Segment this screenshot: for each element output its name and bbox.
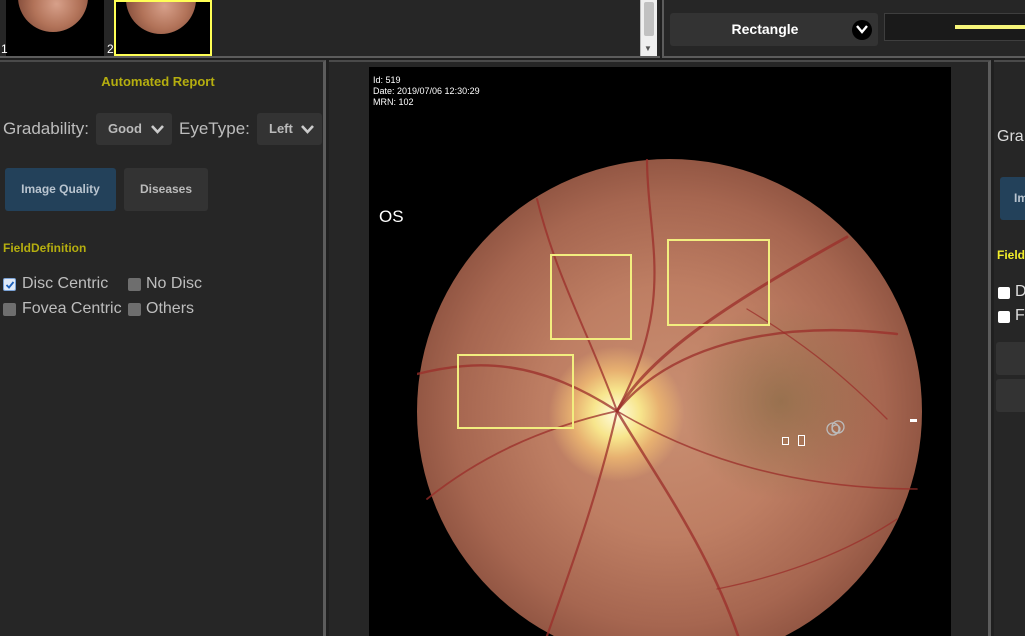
- option-label-partial: F: [1015, 307, 1025, 324]
- annotation-toolbar: Rectangle: [662, 0, 1025, 58]
- gradability-label-partial: Gra: [997, 128, 1024, 145]
- shape-select[interactable]: Rectangle: [670, 13, 878, 46]
- tab-image-quality-partial[interactable]: Im: [1000, 177, 1025, 220]
- checkbox[interactable]: [998, 287, 1010, 299]
- image-viewer: Id: 519 Date: 2019/07/06 12:30:29 MRN: 1…: [329, 60, 991, 636]
- image-metadata: Id: 519 Date: 2019/07/06 12:30:29 MRN: 1…: [373, 75, 480, 108]
- automated-report-panel: Automated Report Gradability: Good EyeTy…: [0, 60, 326, 636]
- option-label: Disc Centric: [22, 275, 109, 292]
- select-partial[interactable]: [996, 379, 1025, 412]
- shape-select-value: Rectangle: [731, 21, 799, 37]
- eye-type-value: Left: [269, 121, 293, 136]
- chevron-down-icon: [301, 125, 314, 134]
- report-title: Automated Report: [101, 74, 215, 89]
- option-label: Others: [146, 300, 195, 317]
- checkbox[interactable]: [128, 303, 141, 316]
- fundus-image-canvas[interactable]: Id: 519 Date: 2019/07/06 12:30:29 MRN: 1…: [369, 67, 951, 636]
- annotation-rectangle[interactable]: [550, 254, 632, 340]
- gradability-select[interactable]: Good: [96, 113, 172, 145]
- checkbox[interactable]: [3, 303, 16, 316]
- eye-type-select[interactable]: Left: [257, 113, 322, 145]
- thumbnail-strip: 1 2 ▼: [0, 0, 660, 58]
- line-color-picker[interactable]: [884, 13, 1025, 41]
- lesion-marker[interactable]: [782, 437, 789, 445]
- annotation-rectangle[interactable]: [457, 354, 574, 429]
- image-id: Id: 519: [373, 75, 401, 85]
- chevron-down-icon: [151, 125, 164, 134]
- annotation-rectangle[interactable]: [667, 239, 770, 326]
- lesion-marker[interactable]: [798, 435, 805, 446]
- gradability-value: Good: [108, 121, 142, 136]
- checkbox-checked[interactable]: [3, 278, 16, 291]
- field-definition-title-partial: Field: [997, 248, 1025, 262]
- thumbnail-2[interactable]: [114, 0, 212, 56]
- image-date: Date: 2019/07/06 12:30:29: [373, 86, 480, 96]
- option-label-partial: D: [1015, 283, 1025, 301]
- scroll-down-arrow-icon[interactable]: ▼: [644, 44, 652, 53]
- field-definition-title: FieldDefinition: [3, 241, 87, 255]
- eye-type-label: EyeType:: [179, 119, 250, 138]
- eye-label: OS: [379, 207, 404, 226]
- tab-image-quality[interactable]: Image Quality: [5, 168, 116, 211]
- thumbnail-image: [18, 0, 88, 32]
- thumbnail-number: 1: [1, 42, 8, 56]
- checkbox[interactable]: [128, 278, 141, 291]
- tab-diseases[interactable]: Diseases: [124, 168, 208, 211]
- secondary-report-panel: Gra Im Field D F: [994, 60, 1025, 636]
- thumbnail-1[interactable]: [6, 0, 104, 56]
- thumbnail-scrollbar[interactable]: ▼: [640, 0, 657, 56]
- checkbox[interactable]: [998, 311, 1010, 323]
- thumbnail-number: 2: [107, 42, 114, 56]
- line-color-swatch: [955, 25, 1025, 29]
- cursor-rings-icon: [826, 420, 845, 436]
- option-label: No Disc: [146, 275, 203, 292]
- select-partial[interactable]: [996, 342, 1025, 375]
- lesion-marker[interactable]: [910, 419, 917, 422]
- app-root: 1 2 ▼ Rectangle Automated Report Gradabi…: [0, 0, 1025, 636]
- scrollbar-thumb[interactable]: [644, 2, 654, 36]
- gradability-label: Gradability:: [3, 119, 89, 138]
- option-label: Fovea Centric: [22, 300, 122, 317]
- thumbnail-image: [126, 2, 196, 34]
- chevron-down-icon[interactable]: [852, 20, 872, 40]
- image-mrn: MRN: 102: [373, 97, 414, 107]
